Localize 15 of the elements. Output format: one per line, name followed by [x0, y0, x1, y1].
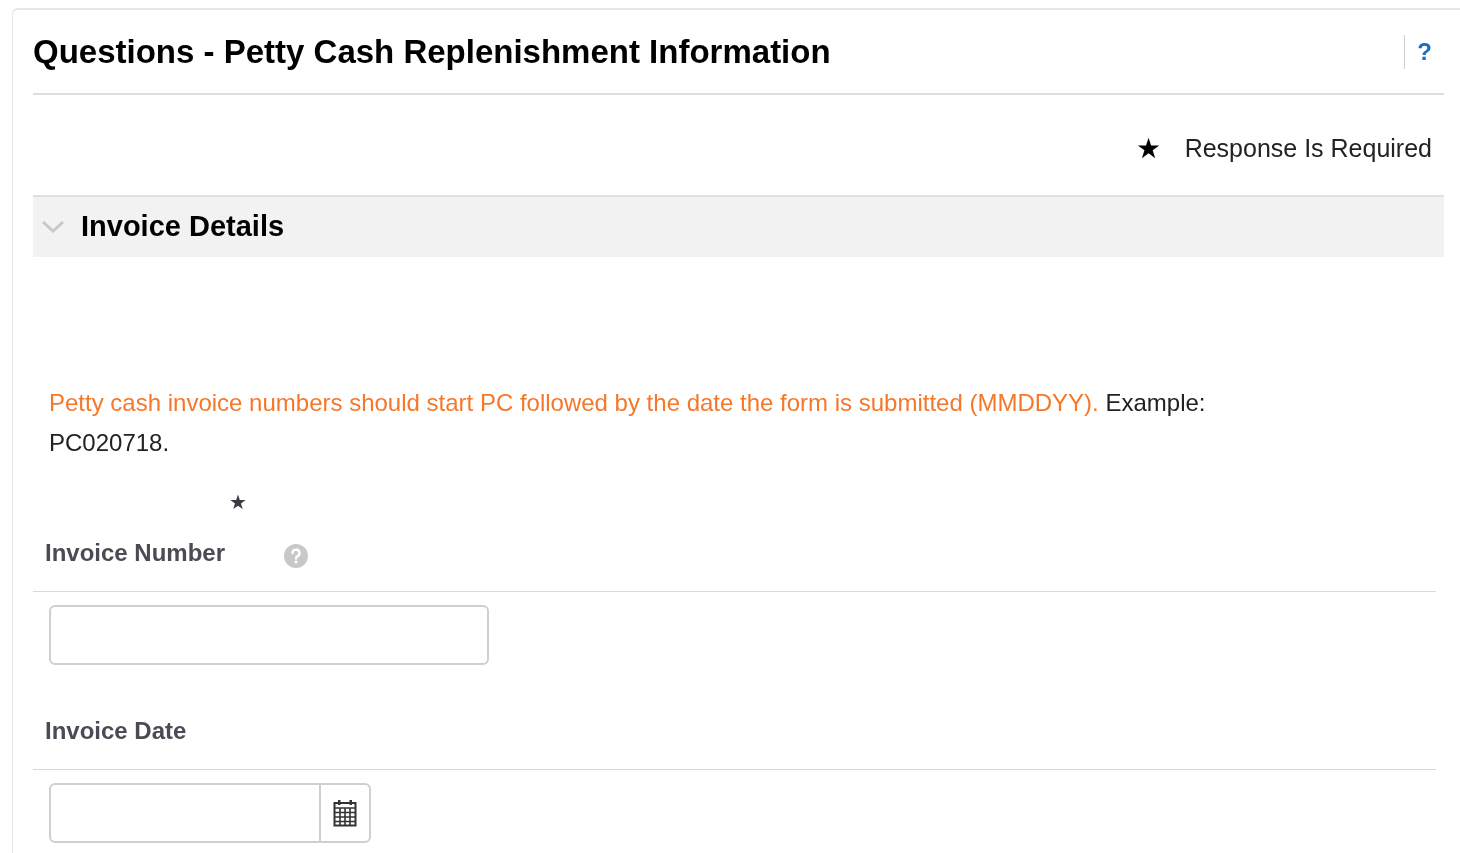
section-title: Invoice Details [81, 209, 285, 245]
text-input[interactable] [49, 605, 489, 665]
field-label: Invoice Date [45, 716, 187, 746]
required-mark: ★ [229, 490, 248, 515]
calendar-icon [333, 799, 357, 827]
chevron-icon [41, 220, 65, 234]
date-input[interactable] [49, 783, 371, 843]
field-label: Invoice Number [45, 538, 226, 568]
required-mark: ★ [1135, 132, 1161, 166]
help-link[interactable]: ? [1417, 33, 1432, 70]
section-header[interactable]: Invoice Details [33, 195, 1444, 257]
instruction-text: Petty cash invoice numbers should start PC followed by the date the form is submitted (MMDDYY). Example: PC020718. [48, 388, 1207, 458]
help-icon[interactable] [283, 543, 310, 569]
legend-text: Response Is Required [1184, 133, 1432, 165]
page-title: Questions - Petty Cash Replenishment Information [33, 31, 831, 72]
